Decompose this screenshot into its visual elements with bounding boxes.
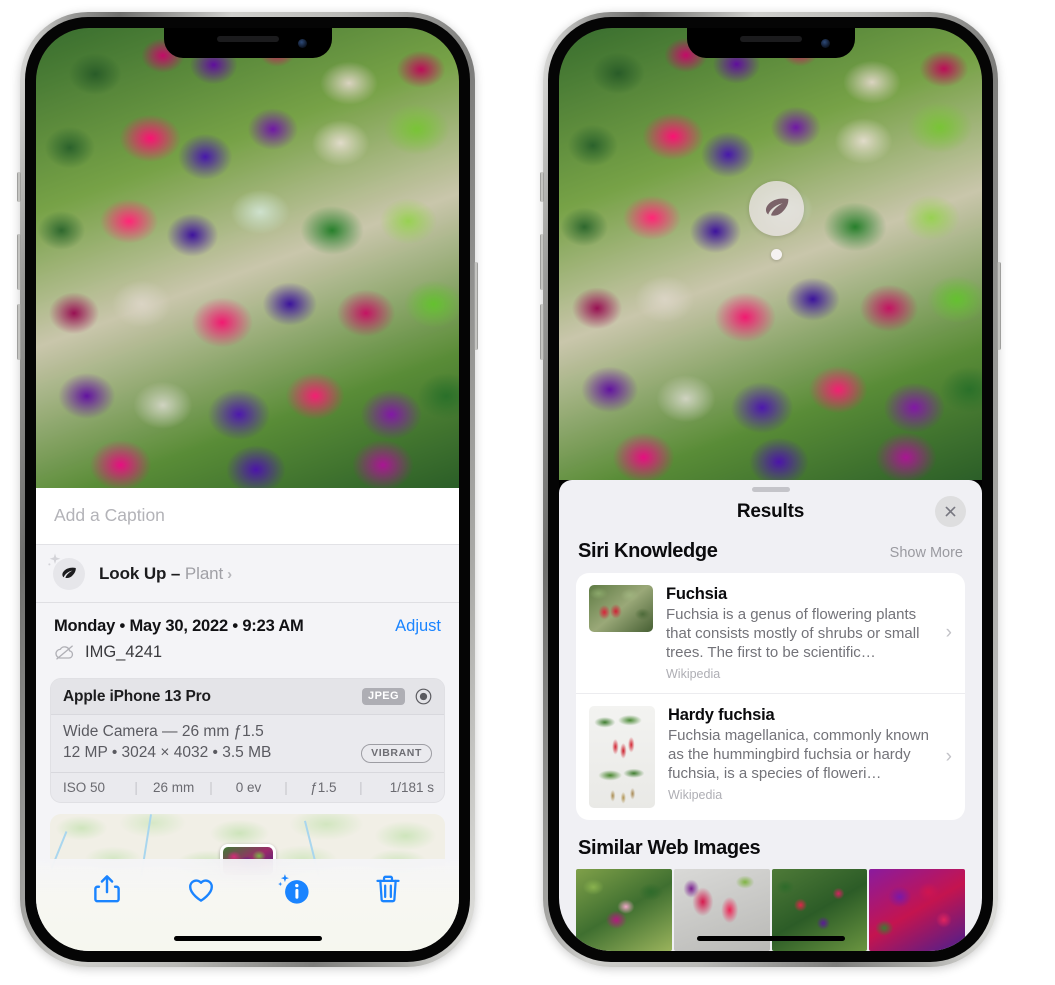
screenshot-root: Add a Caption Look Up – Plant › Monday •…: [0, 0, 1055, 985]
similar-web-images-title: Similar Web Images: [578, 837, 761, 859]
photo-info-sheet: Add a Caption Look Up – Plant › Monday •…: [36, 488, 459, 951]
exif-row: ISO 50 | 26 mm | 0 ev | ƒ1.5 | 1/181 s: [51, 771, 444, 802]
knowledge-item-description: Fuchsia is a genus of flowering plants t…: [666, 606, 920, 662]
image-specs: 12 MP • 3024 × 4032 • 3.5 MB: [63, 744, 272, 762]
lens-info: Wide Camera — 26 mm ƒ1.5: [63, 723, 264, 740]
camera-card-body: Wide Camera — 26 mm ƒ1.5 12 MP • 3024 × …: [51, 715, 444, 772]
close-icon: [945, 506, 956, 517]
ringer-switch[interactable]: [17, 172, 21, 202]
chevron-right-icon: ›: [945, 622, 952, 644]
volume-up-button[interactable]: [17, 234, 21, 290]
home-indicator[interactable]: [173, 936, 322, 941]
caption-input[interactable]: Add a Caption: [36, 488, 459, 545]
delete-button[interactable]: [371, 872, 405, 906]
show-more-button[interactable]: Show More: [890, 545, 963, 561]
ringer-switch[interactable]: [540, 172, 544, 202]
look-up-subject: Plant: [184, 564, 224, 583]
iphone-right-device: Results Siri Knowledge Show More Fuchsia…: [540, 12, 1001, 967]
front-camera-icon: [820, 39, 830, 48]
share-icon: [94, 875, 120, 903]
device-bezel: Add a Caption Look Up – Plant › Monday •…: [25, 17, 470, 962]
exif-aperture: ƒ1.5: [310, 779, 337, 795]
exif-focal-length: 26 mm: [152, 779, 195, 795]
camera-card-header: Apple iPhone 13 Pro JPEG: [51, 679, 444, 715]
siri-knowledge-card: Fuchsia Fuchsia is a genus of flowering …: [576, 573, 965, 820]
leaf-icon: [765, 197, 788, 216]
look-up-label: Look Up – Plant ›: [99, 564, 232, 584]
list-item[interactable]: Fuchsia Fuchsia is a genus of flowering …: [576, 573, 965, 693]
siri-knowledge-header: Siri Knowledge Show More: [559, 537, 982, 573]
photo-metadata: Monday • May 30, 2022 • 9:23 AM Adjust I…: [36, 603, 459, 672]
trash-icon: [376, 875, 400, 903]
format-badge: JPEG: [362, 688, 405, 705]
heart-icon: [188, 879, 213, 902]
web-image-1[interactable]: [576, 869, 672, 951]
leaf-badge: [48, 553, 85, 590]
look-up-title: Look Up –: [99, 564, 181, 583]
cloud-slash-icon: [55, 645, 74, 660]
notch: [686, 28, 855, 58]
visual-look-up-bubble[interactable]: [749, 181, 804, 236]
camera-model: Apple iPhone 13 Pro: [63, 687, 211, 705]
knowledge-item-source: Wikipedia: [668, 788, 723, 803]
earpiece-speaker: [739, 36, 802, 42]
volume-down-button[interactable]: [17, 304, 21, 360]
results-title: Results: [736, 501, 805, 522]
aperture-icon: [415, 688, 432, 705]
results-sheet: Results Siri Knowledge Show More Fuchsia…: [559, 480, 982, 951]
look-up-row[interactable]: Look Up – Plant ›: [36, 545, 459, 603]
share-button[interactable]: [90, 872, 124, 906]
siri-knowledge-title: Siri Knowledge: [578, 540, 718, 562]
chevron-right-icon: ›: [227, 566, 233, 583]
notch: [163, 28, 332, 58]
hardy-fuchsia-thumbnail: [589, 706, 655, 809]
right-screen: Results Siri Knowledge Show More Fuchsia…: [559, 28, 982, 951]
camera-info-card[interactable]: Apple iPhone 13 Pro JPEG Wide Camera — 2…: [50, 678, 445, 803]
close-button[interactable]: [935, 496, 966, 527]
similar-web-images-header: Similar Web Images: [559, 820, 982, 869]
volume-up-button[interactable]: [540, 234, 544, 290]
favorite-button[interactable]: [184, 872, 218, 906]
knowledge-item-title: Hardy fuchsia: [668, 706, 775, 725]
results-header: Results: [559, 492, 982, 537]
knowledge-item-description: Fuchsia magellanica, commonly known as t…: [668, 727, 929, 783]
info-button[interactable]: [277, 872, 311, 906]
exif-shutter-speed: 1/181 s: [389, 779, 435, 795]
volume-down-button[interactable]: [540, 304, 544, 360]
list-item[interactable]: Hardy fuchsia Fuchsia magellanica, commo…: [576, 693, 965, 820]
knowledge-item-title: Fuchsia: [666, 585, 727, 603]
adjust-button[interactable]: Adjust: [395, 617, 441, 636]
power-button[interactable]: [474, 262, 478, 350]
exif-iso: ISO 50: [63, 779, 106, 795]
photo-viewer[interactable]: [36, 28, 459, 488]
home-indicator[interactable]: [696, 936, 845, 941]
power-button[interactable]: [997, 262, 1001, 350]
chevron-right-icon: ›: [945, 746, 952, 768]
iphone-left-device: Add a Caption Look Up – Plant › Monday •…: [17, 12, 478, 967]
photo-filename: IMG_4241: [85, 643, 163, 661]
front-camera-icon: [297, 39, 307, 48]
sparkle-icon: [48, 553, 61, 566]
capture-date: Monday • May 30, 2022 • 9:23 AM: [54, 617, 304, 635]
fuchsia-thumbnail: [589, 585, 653, 632]
earpiece-speaker: [216, 36, 279, 42]
info-sparkle-icon: [278, 874, 309, 904]
left-screen: Add a Caption Look Up – Plant › Monday •…: [36, 28, 459, 951]
knowledge-item-source: Wikipedia: [666, 667, 721, 682]
visual-look-up-anchor-dot: [771, 249, 782, 260]
device-bezel: Results Siri Knowledge Show More Fuchsia…: [548, 17, 993, 962]
exif-exposure: 0 ev: [235, 779, 262, 795]
web-image-4[interactable]: [869, 869, 965, 951]
photographic-style-badge: VIBRANT: [361, 744, 432, 763]
